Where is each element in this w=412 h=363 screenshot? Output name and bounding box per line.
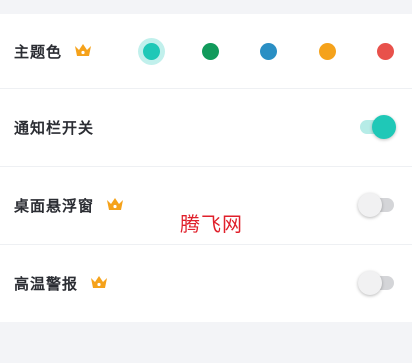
- swatch-green-dot: [202, 43, 219, 60]
- notification-bar-toggle[interactable]: [358, 115, 396, 139]
- swatch-teal-dot: [143, 43, 160, 60]
- crown-icon: [74, 43, 92, 59]
- swatch-blue[interactable]: [260, 43, 277, 60]
- swatch-teal[interactable]: [138, 38, 165, 65]
- notification-bar-label: 通知栏开关: [14, 118, 95, 137]
- high-temp-alert-label-wrap: 高温警报: [14, 273, 108, 294]
- swatch-orange[interactable]: [319, 43, 336, 60]
- swatch-blue-dot: [260, 43, 277, 60]
- swatch-green[interactable]: [202, 43, 219, 60]
- swatch-orange-dot: [319, 43, 336, 60]
- theme-swatches: [136, 14, 412, 88]
- swatch-red[interactable]: [377, 43, 394, 60]
- watermark: 腾飞网: [180, 212, 243, 236]
- notification-bar-label-wrap: 通知栏开关: [14, 117, 94, 138]
- theme-color-label-wrap: 主题色: [14, 41, 92, 62]
- floating-window-toggle[interactable]: [358, 193, 396, 217]
- toggle-knob: [358, 193, 382, 217]
- notification-bar-row: 通知栏开关: [0, 88, 412, 166]
- toggle-knob: [372, 115, 396, 139]
- theme-color-row: 主题色: [0, 14, 412, 88]
- crown-icon: [106, 197, 124, 213]
- floating-window-label: 桌面悬浮窗: [14, 196, 95, 215]
- crown-icon: [90, 275, 108, 291]
- swatch-red-dot: [377, 43, 394, 60]
- toggle-knob: [358, 271, 382, 295]
- high-temp-alert-toggle[interactable]: [358, 271, 396, 295]
- high-temp-alert-row: 高温警报: [0, 244, 412, 322]
- high-temp-alert-label: 高温警报: [14, 274, 79, 293]
- floating-window-label-wrap: 桌面悬浮窗: [14, 195, 124, 216]
- settings-card: 主题色 通知栏开关 桌面悬浮窗 高温警报: [0, 14, 412, 322]
- theme-color-label: 主题色: [14, 42, 63, 61]
